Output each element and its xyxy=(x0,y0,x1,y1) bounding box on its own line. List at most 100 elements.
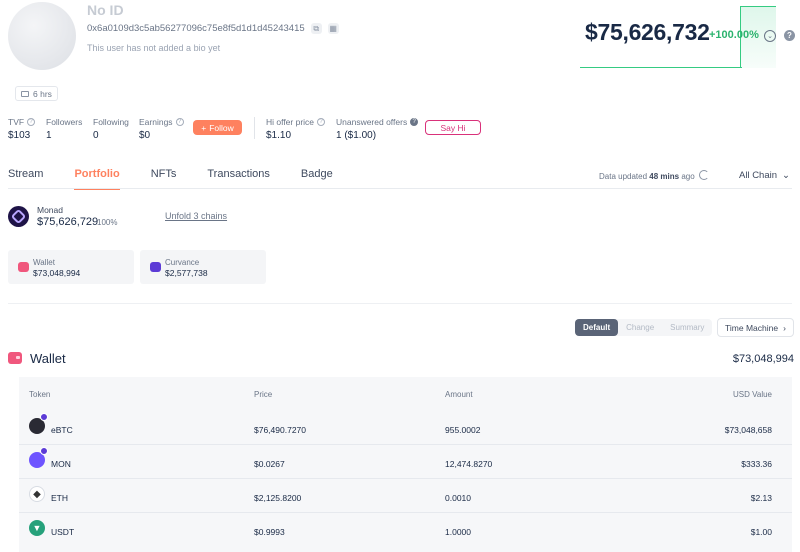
token-amount: 0.0010 xyxy=(445,493,471,503)
view-default-button[interactable]: Default xyxy=(575,319,619,336)
follow-button-label: Follow xyxy=(209,122,234,133)
token-name: eBTC xyxy=(51,425,73,435)
stat-hi-offer-value: $1.10 xyxy=(266,130,292,141)
stat-followers-label: Followers xyxy=(46,117,83,127)
view-summary-button[interactable]: Summary xyxy=(662,319,712,336)
stat-hi-offer-label: Hi offer price xyxy=(266,117,315,127)
token-name: USDT xyxy=(51,527,75,537)
follow-button[interactable]: + Follow xyxy=(193,120,242,135)
info-icon[interactable]: ? xyxy=(317,118,326,126)
chain-name: Monad xyxy=(37,205,63,215)
chevron-down-icon[interactable]: ⌄ xyxy=(764,30,776,42)
tab-stream[interactable]: Stream xyxy=(8,168,43,188)
token-name: MON xyxy=(51,459,71,469)
curvance-icon xyxy=(150,262,161,272)
token-usd-value: $333.36 xyxy=(741,459,772,469)
tab-portfolio[interactable]: Portfolio xyxy=(74,168,120,190)
qr-code-icon[interactable]: ▦ xyxy=(327,23,339,34)
table-row[interactable]: ◆ ETH $2,125.8200 0.0010 $2.13 xyxy=(19,479,792,512)
chain-select[interactable]: All Chain ⌄ xyxy=(739,170,790,181)
table-row[interactable]: eBTC $76,490.7270 955.0002 $73,048,658 xyxy=(19,411,792,444)
stat-earnings: Earnings? $0 xyxy=(139,117,184,141)
token-price: $2,125.8200 xyxy=(254,493,302,503)
protocol-name: Curvance xyxy=(165,258,200,267)
time-machine-label: Time Machine xyxy=(725,322,779,333)
monad-chain-icon xyxy=(8,206,29,227)
wallet-total: $73,048,994 xyxy=(732,353,794,365)
net-worth-chart-line-top xyxy=(740,6,776,7)
data-updated-prefix: Data updated xyxy=(599,172,648,181)
chain-percent: 100% xyxy=(97,218,118,227)
refresh-icon[interactable] xyxy=(699,170,709,180)
eth-icon: ◆ xyxy=(29,486,45,502)
chevron-down-icon: ⌄ xyxy=(782,170,790,181)
profile-tabs: Stream Portfolio NFTs Transactions Badge xyxy=(8,168,333,190)
say-hi-button[interactable]: Say Hi xyxy=(425,120,481,135)
token-price: $0.0267 xyxy=(254,459,285,469)
plus-icon: + xyxy=(201,122,207,133)
view-mode-toggle: Default Change Summary xyxy=(575,319,713,336)
stat-hi-offer: Hi offer price? $1.10 xyxy=(266,117,326,141)
stat-tvf-value: $103 xyxy=(8,130,31,141)
token-price: $76,490.7270 xyxy=(254,425,306,435)
column-header-price: Price xyxy=(254,390,273,399)
wallet-age: 6 hrs xyxy=(33,88,52,99)
help-icon[interactable]: ? xyxy=(784,30,795,41)
chain-select-label: All Chain xyxy=(739,170,778,181)
stat-unanswered-label: Unanswered offers xyxy=(336,117,408,127)
bio: This user has not added a bio yet xyxy=(87,43,221,53)
chain-value: $75,626,729 xyxy=(37,216,99,228)
tab-badge[interactable]: Badge xyxy=(301,168,333,188)
token-amount: 12,474.8270 xyxy=(445,459,493,469)
stat-following-value: 0 xyxy=(93,130,99,141)
stat-followers[interactable]: Followers 1 xyxy=(46,117,82,141)
time-machine-button[interactable]: Time Machine › xyxy=(717,318,794,337)
protocol-card-curvance[interactable]: Curvance $2,577,738 xyxy=(140,250,266,284)
stat-followers-value: 1 xyxy=(46,130,52,141)
table-row[interactable]: MON $0.0267 12,474.8270 $333.36 xyxy=(19,445,792,478)
token-amount: 955.0002 xyxy=(445,425,481,435)
token-usd-value: $2.13 xyxy=(750,493,772,503)
token-usd-value: $73,048,658 xyxy=(724,425,772,435)
net-worth-change: +100.00% xyxy=(709,29,759,41)
mon-icon xyxy=(29,447,48,468)
token-amount: 1.0000 xyxy=(445,527,471,537)
table-row[interactable]: ▼ USDT $0.9993 1.0000 $1.00 xyxy=(19,513,792,546)
column-header-usd-value: USD Value xyxy=(733,390,772,399)
data-updated-time: 48 mins xyxy=(649,172,680,181)
wallet-icon xyxy=(18,262,29,272)
profile-name: No ID xyxy=(87,2,124,18)
data-updated-suffix: ago xyxy=(681,172,695,181)
stat-tvf: TVF? $103 xyxy=(8,117,36,141)
usdt-icon: ▼ xyxy=(29,520,45,536)
protocol-name: Wallet xyxy=(33,258,55,267)
view-change-button[interactable]: Change xyxy=(618,319,662,336)
chevron-right-icon: › xyxy=(783,322,786,333)
tab-transactions[interactable]: Transactions xyxy=(207,168,270,188)
token-usd-value: $1.00 xyxy=(750,527,772,537)
avatar xyxy=(8,2,76,70)
info-icon[interactable]: ? xyxy=(175,118,184,126)
net-worth-value: $75,626,732 xyxy=(585,19,710,45)
tab-nfts[interactable]: NFTs xyxy=(151,168,177,188)
wallet-icon xyxy=(8,352,22,364)
column-header-token: Token xyxy=(29,390,51,399)
stat-unanswered-value: 1 ($1.00) xyxy=(336,130,377,141)
copy-icon[interactable]: ⧉ xyxy=(310,23,322,34)
column-header-amount: Amount xyxy=(445,390,473,399)
wallet-token-table: Token Price Amount USD Value eBTC $76,49… xyxy=(19,377,792,552)
stat-following[interactable]: Following 0 xyxy=(93,117,129,141)
tabs-divider xyxy=(8,188,792,189)
token-price: $0.9993 xyxy=(254,527,285,537)
token-name: ETH xyxy=(51,493,68,503)
data-updated: Data updated 48 mins ago xyxy=(599,172,695,181)
wallet-age-tag: 6 hrs xyxy=(15,86,58,101)
protocol-card-wallet[interactable]: Wallet $73,048,994 xyxy=(8,250,134,284)
unfold-chains-link[interactable]: Unfold 3 chains xyxy=(165,211,227,221)
info-icon[interactable]: ? xyxy=(410,118,419,126)
address-row: 0x6a0109d3c5ab56277096c75e8f5d1d1d452434… xyxy=(87,23,339,34)
info-icon[interactable]: ? xyxy=(27,118,36,126)
section-divider xyxy=(8,303,792,304)
calendar-icon xyxy=(21,90,29,97)
divider xyxy=(254,117,255,139)
